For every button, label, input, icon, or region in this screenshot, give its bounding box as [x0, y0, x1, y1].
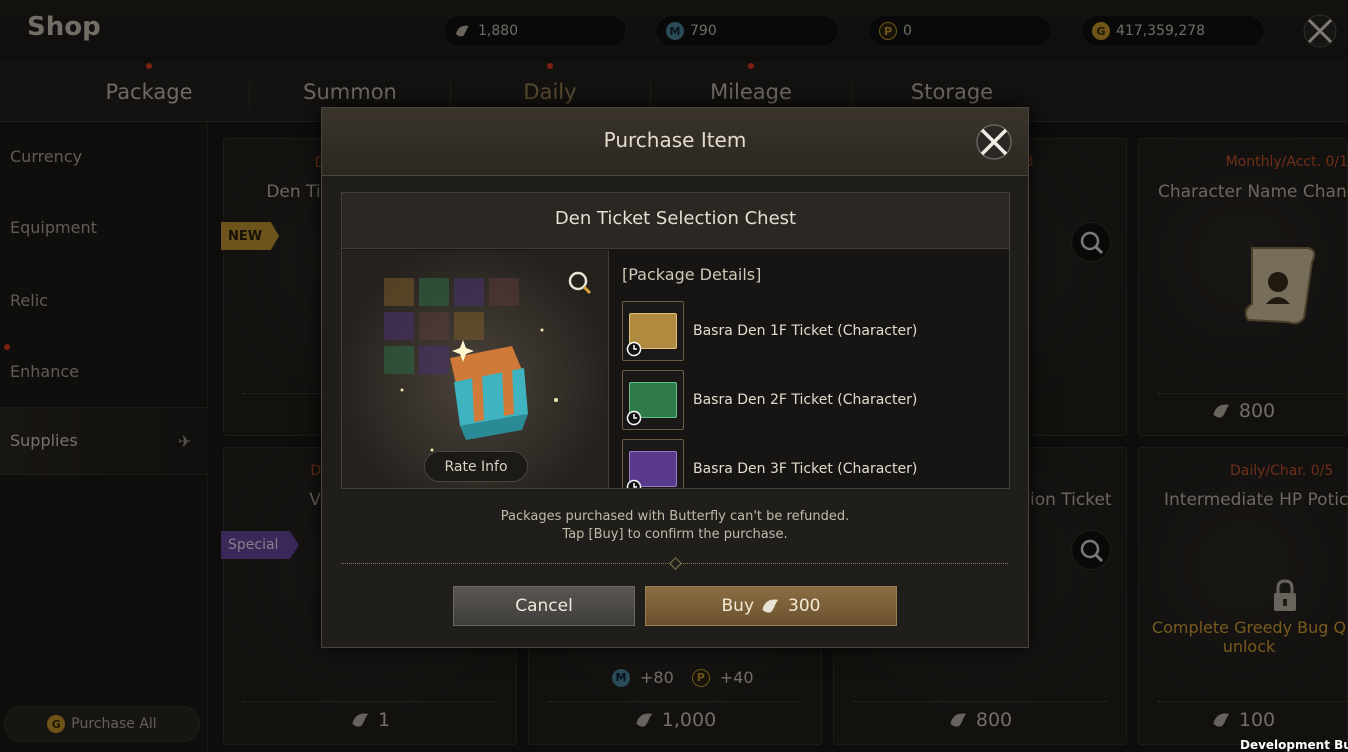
item-name: Den Ticket Selection Chest — [554, 208, 797, 229]
rate-info-button[interactable]: Rate Info — [424, 451, 528, 482]
ticket-icon — [622, 370, 684, 430]
buy-label: Buy — [721, 596, 755, 616]
package-item-name: Basra Den 3F Ticket (Character) — [693, 461, 918, 477]
package-item-name: Basra Den 2F Ticket (Character) — [693, 392, 918, 408]
close-icon — [976, 124, 1012, 160]
package-item-name: Basra Den 1F Ticket (Character) — [693, 323, 918, 339]
package-details-label: [Package Details] — [622, 265, 762, 284]
package-item[interactable]: Basra Den 1F Ticket (Character) — [622, 301, 1002, 361]
cancel-button[interactable]: Cancel — [453, 586, 635, 626]
clock-icon — [626, 479, 642, 488]
dev-build-label: Development Build — [1240, 738, 1348, 752]
package-item-clip: Basra Den 3F Ticket (Character) — [622, 439, 1002, 488]
modal-close-button[interactable] — [974, 122, 1014, 162]
refund-notice: Packages purchased with Butterfly can't … — [322, 508, 1028, 544]
search-icon — [568, 271, 592, 295]
buy-button[interactable]: Buy 300 — [645, 586, 897, 626]
ticket-icon — [622, 301, 684, 361]
butterfly-icon — [762, 599, 779, 613]
modal-title: Purchase Item — [603, 128, 747, 152]
notice-line: Packages purchased with Butterfly can't … — [500, 509, 850, 524]
clock-icon — [626, 341, 642, 357]
package-item[interactable]: Basra Den 2F Ticket (Character) — [622, 370, 1002, 430]
notice-line: Tap [Buy] to confirm the purchase. — [562, 527, 788, 542]
zoom-button[interactable] — [562, 265, 598, 301]
buy-price: 300 — [788, 596, 821, 616]
package-item[interactable]: Basra Den 3F Ticket (Character) — [622, 439, 1002, 488]
ticket-icon — [622, 439, 684, 488]
clock-icon — [626, 410, 642, 426]
